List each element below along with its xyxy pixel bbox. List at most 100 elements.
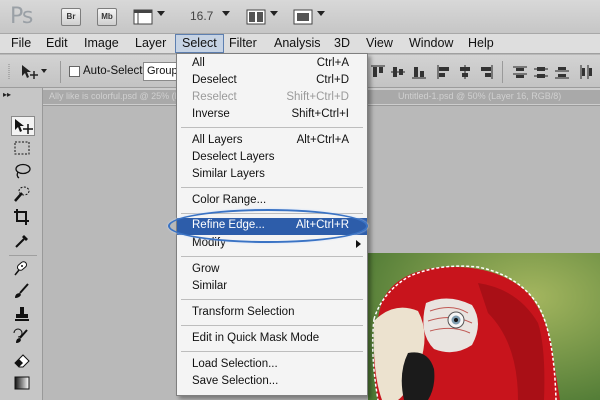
menuitem-label: Deselect — [192, 74, 237, 86]
options-grip-icon — [8, 64, 10, 80]
align-top-icon[interactable] — [370, 64, 386, 80]
menuitem-save-selection[interactable]: Save Selection... — [177, 374, 367, 391]
auto-select-checkbox[interactable] — [69, 66, 80, 77]
menuitem-label: Deselect Layers — [192, 151, 275, 163]
menu-separator — [181, 256, 363, 257]
menuitem-label: Edit in Quick Mask Mode — [192, 332, 320, 344]
menuitem-similar-layers[interactable]: Similar Layers — [177, 167, 367, 184]
options-divider-2 — [502, 61, 503, 83]
menuitem-all-layers[interactable]: All Layers Alt+Ctrl+A — [177, 133, 367, 150]
menuitem-color-range[interactable]: Color Range... — [177, 193, 367, 210]
menuitem-deselect-layers[interactable]: Deselect Layers — [177, 150, 367, 167]
eraser-tool[interactable] — [11, 351, 35, 371]
align-hcenter-icon[interactable] — [457, 64, 473, 80]
menuitem-all[interactable]: All Ctrl+A — [177, 56, 367, 73]
clone-stamp-tool[interactable] — [11, 305, 35, 325]
mini-bridge-button[interactable]: Mb — [97, 8, 117, 26]
menuitem-label: Inverse — [192, 108, 230, 120]
quick-selection-tool[interactable] — [11, 185, 35, 205]
distribute-left-icon[interactable] — [578, 64, 594, 80]
menuitem-label: Save Selection... — [192, 375, 279, 387]
menuitem-shortcut: Alt+Ctrl+A — [296, 134, 349, 146]
lasso-icon — [15, 163, 31, 179]
parrot-photo[interactable] — [368, 253, 600, 400]
menu-filter[interactable]: Filter — [223, 34, 263, 53]
zoom-level[interactable]: 16.7 — [190, 9, 213, 23]
distribute-top-icon[interactable] — [512, 64, 528, 80]
menuitem-label: Similar — [192, 280, 228, 292]
toolbox: ▸▸ — [0, 88, 43, 400]
distribute-vcenter-icon[interactable] — [533, 64, 549, 80]
crop-icon — [14, 209, 29, 225]
marquee-tool[interactable] — [11, 139, 35, 159]
menuitem-inverse[interactable]: Inverse Shift+Ctrl+I — [177, 107, 367, 124]
move-tool-preset-icon[interactable] — [20, 63, 38, 81]
menuitem-label: Grow — [192, 263, 220, 275]
lasso-tool[interactable] — [11, 162, 35, 182]
menuitem-quick-mask[interactable]: Edit in Quick Mask Mode — [177, 331, 367, 348]
align-right-icon[interactable] — [478, 64, 494, 80]
arrange-documents-icon[interactable] — [246, 9, 266, 25]
eyedropper-tool[interactable] — [11, 231, 35, 251]
parrot-image — [368, 253, 600, 400]
menu-3d[interactable]: 3D — [328, 34, 356, 53]
auto-select-label: Auto-Select: — [83, 65, 146, 77]
gradient-tool[interactable] — [11, 374, 35, 394]
menuitem-shortcut: Ctrl+D — [316, 74, 349, 86]
menu-window[interactable]: Window — [403, 34, 459, 53]
screen-mode-icon[interactable] — [293, 9, 313, 25]
distribute-bottom-icon[interactable] — [554, 64, 570, 80]
view-extras-dropdown-icon[interactable] — [157, 11, 165, 16]
align-vcenter-icon[interactable] — [390, 64, 406, 80]
menu-view[interactable]: View — [360, 34, 399, 53]
healing-brush-tool[interactable] — [11, 259, 35, 279]
tool-preset-dropdown-icon[interactable] — [41, 69, 47, 73]
move-tool[interactable] — [11, 116, 35, 136]
menuitem-shortcut: Ctrl+A — [316, 57, 349, 69]
options-divider — [60, 61, 61, 83]
menuitem-shortcut: Shift+Ctrl+D — [286, 91, 349, 103]
collapse-arrows-icon[interactable]: ▸▸ — [3, 90, 11, 99]
zoom-dropdown-icon[interactable] — [222, 11, 230, 16]
eyedropper-icon — [15, 235, 28, 248]
brush-tool[interactable] — [11, 282, 35, 302]
menuitem-deselect[interactable]: Deselect Ctrl+D — [177, 73, 367, 90]
align-left-icon[interactable] — [436, 64, 452, 80]
arrange-dropdown-icon[interactable] — [270, 11, 278, 16]
menuitem-label: Load Selection... — [192, 358, 278, 370]
menu-separator — [181, 325, 363, 326]
bridge-button[interactable]: Br — [61, 8, 81, 26]
gradient-icon — [14, 376, 30, 390]
healing-brush-icon — [14, 261, 28, 276]
rectangular-marquee-icon — [14, 141, 30, 155]
menu-select[interactable]: Select — [175, 34, 224, 53]
menu-layer[interactable]: Layer — [129, 34, 172, 53]
history-brush-icon — [13, 328, 28, 343]
menu-analysis[interactable]: Analysis — [268, 34, 327, 53]
menu-help[interactable]: Help — [462, 34, 500, 53]
brush-icon — [15, 283, 29, 298]
history-brush-tool[interactable] — [11, 328, 35, 348]
menuitem-shortcut: Shift+Ctrl+I — [291, 108, 349, 120]
menu-separator — [181, 187, 363, 188]
align-bottom-icon[interactable] — [411, 64, 427, 80]
auto-select-dropdown[interactable]: Group — [143, 62, 179, 81]
view-extras-icon[interactable] — [133, 9, 153, 25]
menu-separator — [181, 299, 363, 300]
menuitem-grow[interactable]: Grow — [177, 262, 367, 279]
menuitem-load-selection[interactable]: Load Selection... — [177, 357, 367, 374]
document-tab-2[interactable]: Untitled-1.psd @ 50% (Layer 16, RGB/8) — [398, 91, 561, 101]
menu-image[interactable]: Image — [78, 34, 125, 53]
menuitem-transform-selection[interactable]: Transform Selection — [177, 305, 367, 322]
submenu-arrow-icon — [356, 240, 361, 248]
menuitem-reselect: Reselect Shift+Ctrl+D — [177, 90, 367, 107]
menuitem-label: Reselect — [192, 91, 237, 103]
menu-edit[interactable]: Edit — [40, 34, 74, 53]
menu-separator — [181, 127, 363, 128]
menuitem-label: All — [192, 57, 205, 69]
menu-file[interactable]: File — [5, 34, 37, 53]
crop-tool[interactable] — [11, 208, 35, 228]
menuitem-similar[interactable]: Similar — [177, 279, 367, 296]
eraser-icon — [14, 354, 30, 368]
screen-mode-dropdown-icon[interactable] — [317, 11, 325, 16]
